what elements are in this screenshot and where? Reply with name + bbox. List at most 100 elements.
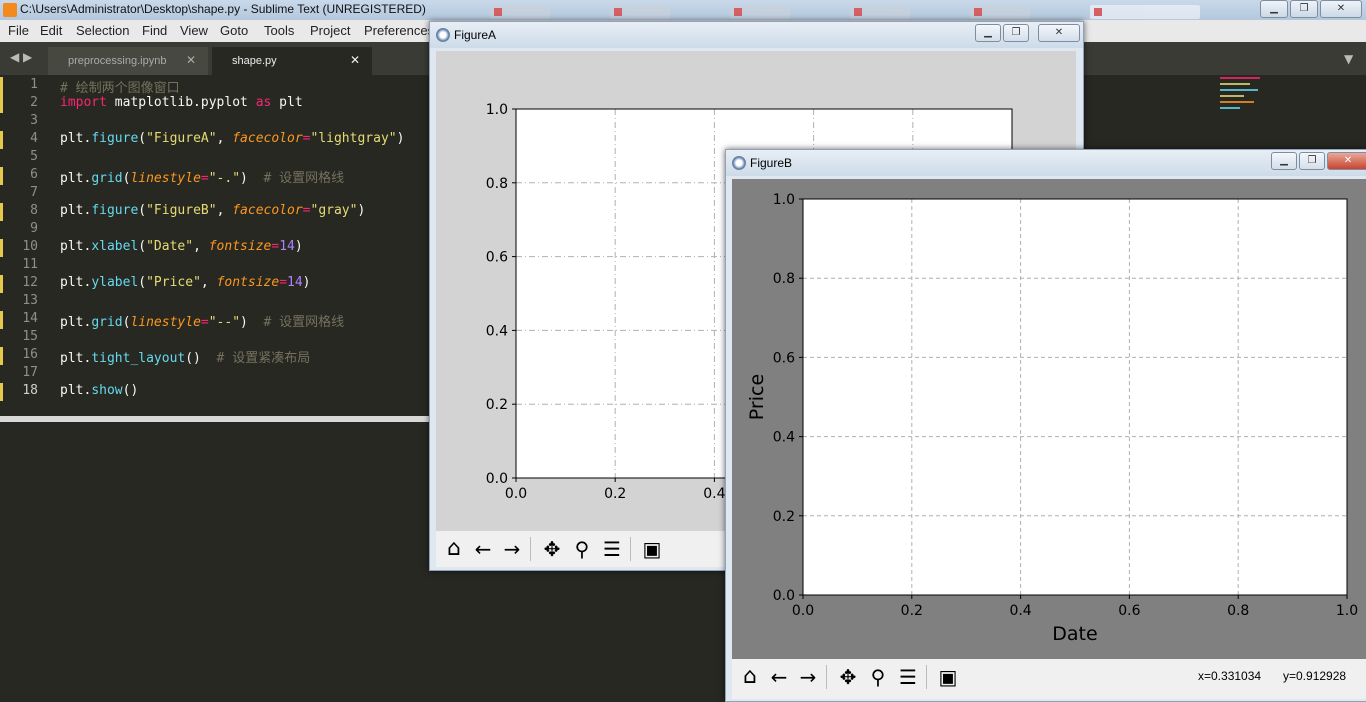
- code-token: =: [271, 239, 280, 254]
- line-number: 8: [30, 203, 38, 218]
- figure-a-titlebar[interactable]: FigureA ▁ ❐ ✕: [430, 22, 1083, 48]
- modified-marker: [0, 167, 3, 185]
- close-icon[interactable]: ✕: [1327, 152, 1366, 170]
- code-token: plt.: [60, 131, 92, 146]
- code-line: plt.show(): [60, 383, 138, 398]
- minimize-icon[interactable]: ▁: [1271, 152, 1297, 170]
- back-icon[interactable]: ←: [765, 663, 793, 691]
- menu-tools[interactable]: Tools: [264, 23, 294, 38]
- tab-nav-arrows-icon[interactable]: ◀ ▶: [10, 50, 32, 64]
- close-icon[interactable]: ✕: [1038, 24, 1080, 42]
- forward-icon[interactable]: →: [498, 535, 526, 563]
- y-tick-label: 0.8: [486, 176, 508, 192]
- taskbar-thumb: [730, 5, 790, 19]
- back-icon[interactable]: ←: [469, 535, 497, 563]
- code-token: ): [240, 315, 264, 330]
- code-token: plt: [271, 95, 303, 110]
- x-tick-label: 0.2: [604, 486, 626, 502]
- tab-preprocessing[interactable]: preprocessing.ipynb ✕: [48, 47, 208, 75]
- home-icon[interactable]: ⌂: [440, 535, 468, 563]
- code-token: show: [91, 383, 123, 398]
- home-icon[interactable]: ⌂: [736, 663, 764, 691]
- chevron-down-icon[interactable]: ▼: [1344, 52, 1353, 66]
- menu-find[interactable]: Find: [142, 23, 167, 38]
- code-line: plt.tight_layout() # 设置紧凑布局: [60, 347, 310, 366]
- code-token: plt.: [60, 239, 92, 254]
- line-number: 16: [22, 347, 38, 362]
- menu-project[interactable]: Project: [310, 23, 350, 38]
- maximize-icon[interactable]: ❐: [1290, 0, 1318, 18]
- configure-icon[interactable]: ☰: [894, 663, 922, 691]
- code-token: plt.: [60, 171, 92, 186]
- maximize-icon[interactable]: ❐: [1003, 24, 1029, 42]
- figure-b-canvas[interactable]: 0.0 0.2 0.4 0.6 0.8 1.0 0.0 0.2 0.4 0.6 0.8 1.0 Date…: [732, 179, 1366, 659]
- code-token: grid: [91, 315, 123, 330]
- minimap[interactable]: [1220, 75, 1270, 111]
- minimize-icon[interactable]: ▁: [975, 24, 1001, 42]
- menu-selection[interactable]: Selection: [76, 23, 129, 38]
- y-tick-label: 1.0: [486, 102, 508, 118]
- toolbar-separator: [826, 665, 827, 689]
- code-token: grid: [91, 171, 123, 186]
- configure-icon[interactable]: ☰: [598, 535, 626, 563]
- modified-marker: [0, 131, 3, 149]
- zoom-icon[interactable]: ⚲: [568, 535, 596, 563]
- line-number: 4: [30, 131, 38, 146]
- code-token: ,: [216, 131, 233, 146]
- save-icon[interactable]: ▣: [638, 535, 666, 563]
- close-icon[interactable]: ✕: [350, 53, 360, 67]
- code-token: ylabel: [91, 275, 139, 290]
- forward-icon[interactable]: →: [794, 663, 822, 691]
- modified-marker: [0, 239, 3, 257]
- figure-a-title: FigureA: [454, 28, 497, 42]
- figure-b-titlebar[interactable]: FigureB ▁ ❐ ✕: [726, 150, 1366, 176]
- modified-marker: [0, 383, 3, 401]
- figure-b-window[interactable]: FigureB ▁ ❐ ✕ 0.0 0.2 0.4 0.6 0.8 1.0 0.0 0.2 0.…: [725, 149, 1366, 702]
- cursor-x-readout: x=0.331034: [1198, 669, 1262, 683]
- y-tick-label: 0.6: [773, 350, 795, 366]
- modified-marker: [0, 311, 3, 329]
- code-line: import matplotlib.pyplot as plt: [60, 95, 303, 110]
- menu-view[interactable]: View: [180, 23, 208, 38]
- code-token: plt.: [60, 203, 92, 218]
- taskbar-thumb: [1090, 5, 1200, 19]
- code-token: "gray": [310, 203, 358, 218]
- close-icon[interactable]: ✕: [1320, 0, 1362, 18]
- pan-icon[interactable]: ✥: [538, 535, 566, 563]
- modified-marker: [0, 347, 3, 365]
- code-line: # 绘制两个图像窗口: [60, 77, 180, 96]
- code-token: # 设置紧凑布局: [216, 351, 311, 366]
- figure-b-title: FigureB: [750, 156, 793, 170]
- y-tick-label: 0.0: [486, 471, 508, 487]
- code-token: "FigureB": [146, 203, 217, 218]
- y-tick-label: 0.0: [773, 588, 795, 604]
- pan-icon[interactable]: ✥: [834, 663, 862, 691]
- tab-shape-py[interactable]: shape.py ✕: [212, 47, 372, 75]
- x-tick-label: 0.4: [1009, 603, 1031, 619]
- line-number: 10: [22, 239, 38, 254]
- code-token: (: [138, 131, 147, 146]
- tab-label: shape.py: [232, 55, 277, 67]
- taskbar-thumb: [490, 5, 550, 19]
- code-token: xlabel: [91, 239, 139, 254]
- axes-area: [803, 199, 1347, 595]
- code-token: plt.: [60, 315, 92, 330]
- code-token: matplotlib.pyplot: [106, 95, 256, 110]
- maximize-icon[interactable]: ❐: [1299, 152, 1325, 170]
- minimize-icon[interactable]: ▁: [1260, 0, 1288, 18]
- menu-goto[interactable]: Goto: [220, 23, 248, 38]
- toolbar-separator: [630, 537, 631, 561]
- menu-file[interactable]: File: [8, 23, 29, 38]
- x-tick-label: 0.8: [1227, 603, 1249, 619]
- y-tick-label: 1.0: [773, 192, 795, 208]
- x-tick-label: 0.6: [1118, 603, 1140, 619]
- code-token: (: [138, 239, 147, 254]
- menu-preferences[interactable]: Preferences: [364, 23, 434, 38]
- zoom-icon[interactable]: ⚲: [864, 663, 892, 691]
- save-icon[interactable]: ▣: [934, 663, 962, 691]
- menu-edit[interactable]: Edit: [40, 23, 62, 38]
- close-icon[interactable]: ✕: [186, 53, 196, 67]
- modified-marker: [0, 275, 3, 293]
- y-tick-label: 0.4: [486, 323, 508, 339]
- code-token: ,: [216, 203, 233, 218]
